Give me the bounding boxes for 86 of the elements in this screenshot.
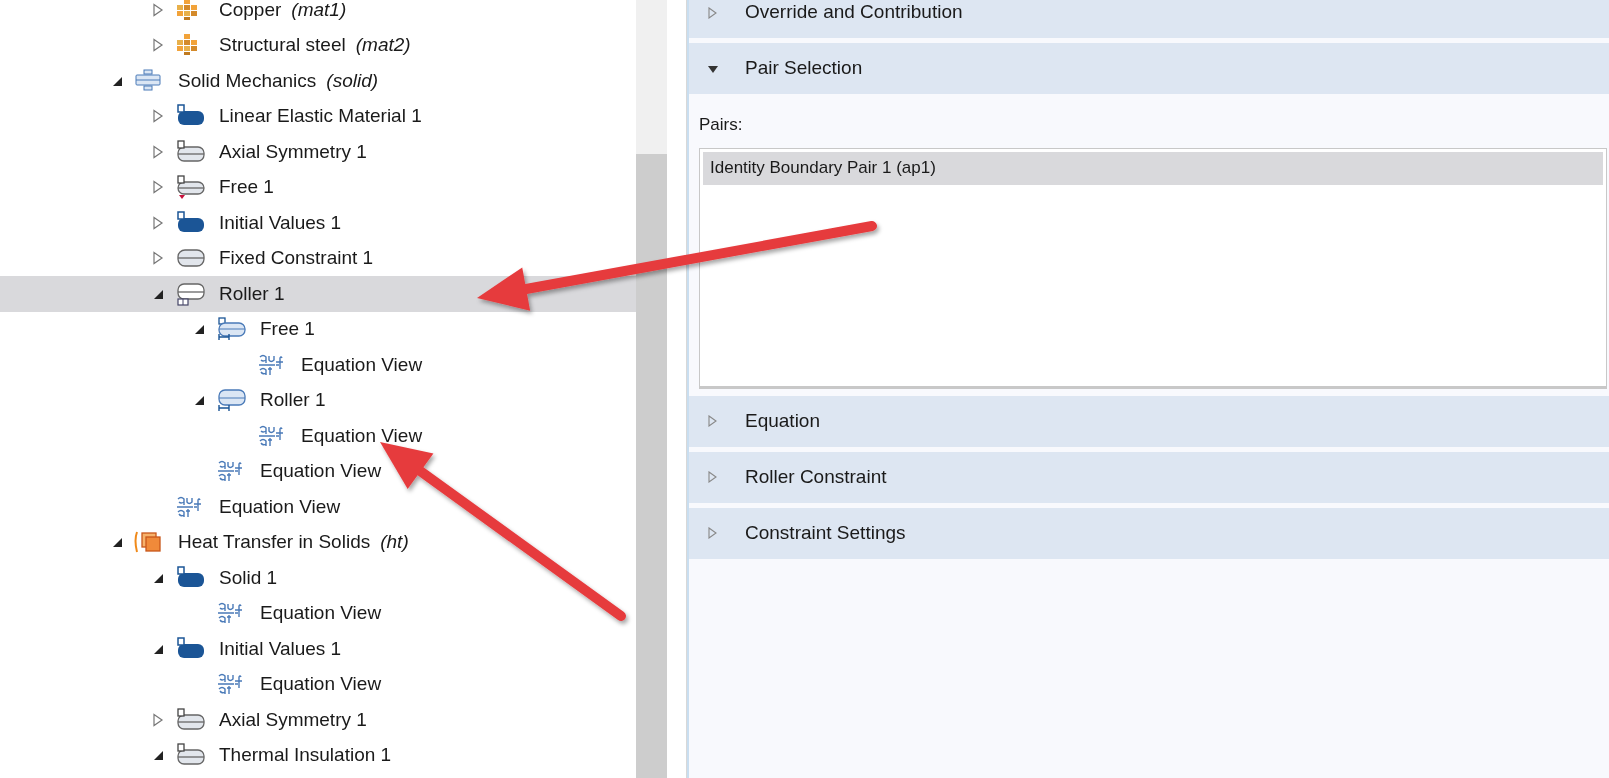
boundary-icon	[175, 707, 205, 732]
expand-triangle-icon[interactable]	[152, 144, 164, 159]
item-label: Linear Elastic Material 1	[219, 104, 422, 128]
item-label: Thermal Insulation 1	[219, 743, 392, 767]
section-header[interactable]: Pair Selection	[689, 43, 1609, 94]
pair-boundary-icon	[216, 388, 246, 413]
pairs-list[interactable]: Identity Boundary Pair 1 (ap1)	[699, 147, 1607, 389]
expand-triangle-icon[interactable]	[152, 180, 164, 195]
section-title: Pair Selection	[745, 56, 863, 81]
tree-item[interactable]: Axial Symmetry 1	[0, 134, 636, 170]
item-label: Roller 1	[219, 281, 285, 306]
tree-item[interactable]: Solid Mechanics (solid)	[0, 63, 636, 99]
tree-item[interactable]: Initial Values 1	[0, 631, 636, 667]
section-title: Roller Constraint	[745, 464, 887, 489]
boundary-icon	[175, 139, 205, 164]
item-tag: (mat1)	[291, 0, 347, 24]
tree-item[interactable]: Equation View	[0, 666, 636, 702]
expand-triangle-icon[interactable]	[707, 6, 719, 19]
item-label: Equation View	[219, 494, 341, 519]
tree-item[interactable]: Roller 1	[0, 382, 636, 418]
tree-item[interactable]: Structural steel (mat2)	[0, 27, 636, 63]
expand-triangle-icon[interactable]	[152, 251, 164, 266]
expand-triangle-icon[interactable]	[152, 215, 164, 230]
tree-item[interactable]: Copper (mat1)	[0, 0, 636, 28]
section-header[interactable]: Override and Contribution	[689, 0, 1609, 38]
expand-triangle-icon[interactable]	[152, 109, 164, 124]
section-title: Override and Contribution	[745, 0, 963, 25]
item-label: Heat Transfer in Solids	[178, 530, 371, 554]
domain-icon	[175, 565, 205, 590]
item-label: Fixed Constraint 1	[219, 246, 374, 270]
item-tag: (ht)	[380, 528, 409, 557]
item-label: Roller 1	[260, 388, 326, 412]
item-label: Solid 1	[219, 565, 278, 590]
tree-item[interactable]: Equation View	[0, 489, 636, 525]
field-label: Pairs:	[699, 114, 744, 136]
domain-icon	[175, 636, 205, 661]
tree-item[interactable]: Equation View	[0, 595, 636, 631]
tree-item[interactable]: Equation View	[0, 418, 636, 454]
item-label: Free 1	[260, 317, 315, 341]
item-tag: (mat2)	[355, 31, 411, 60]
tree-item[interactable]: Solid 1	[0, 560, 636, 596]
item-tag: (solid)	[326, 66, 379, 95]
item-label: Free 1	[219, 175, 274, 199]
item-label: Axial Symmetry 1	[219, 139, 367, 164]
tree-item[interactable]: Heat Transfer in Solids (ht)	[0, 524, 636, 560]
section-title: Equation	[745, 408, 820, 433]
item-label: Equation View	[260, 459, 382, 483]
expand-triangle-icon[interactable]	[707, 527, 719, 539]
item-label: Equation View	[301, 423, 423, 448]
boundary-icon	[175, 743, 205, 768]
item-label: Initial Values 1	[219, 636, 342, 661]
list-item[interactable]: Identity Boundary Pair 1 (ap1)	[703, 151, 1603, 185]
tree-item[interactable]: Initial Values 1	[0, 205, 636, 241]
item-label: Structural steel	[219, 33, 346, 57]
tree-item[interactable]: Axial Symmetry 1	[0, 702, 636, 738]
domain-icon	[175, 210, 205, 235]
item-label: Copper	[219, 0, 282, 22]
expand-triangle-icon[interactable]	[152, 38, 164, 53]
expand-triangle-icon[interactable]	[152, 2, 164, 17]
heat-cube-icon	[134, 530, 164, 555]
roller-boundary-icon	[175, 281, 205, 306]
item-label: Axial Symmetry 1	[219, 707, 367, 732]
item-label: Solid Mechanics	[178, 68, 317, 93]
scrollbar-thumb[interactable]	[636, 154, 667, 778]
expand-triangle-icon[interactable]	[152, 712, 164, 727]
section-header[interactable]: Roller Constraint	[689, 451, 1609, 503]
item-label: Equation View	[260, 672, 382, 696]
section-header[interactable]: Equation	[689, 395, 1609, 447]
tree-item[interactable]: Thermal Insulation 1	[0, 737, 636, 773]
section-header[interactable]: Constraint Settings	[689, 507, 1609, 559]
item-label: Equation View	[301, 352, 423, 377]
boundary-icon	[175, 175, 205, 200]
pair-boundary-icon	[216, 317, 246, 342]
item-label: Initial Values 1	[219, 210, 342, 235]
tree-item[interactable]: Equation View	[0, 453, 636, 489]
tree-item[interactable]: Free 1	[0, 311, 636, 347]
tree-item[interactable]: Roller 1	[0, 276, 636, 312]
tree-item[interactable]: Linear Elastic Material 1	[0, 98, 636, 134]
structure-icon	[134, 68, 164, 93]
expand-triangle-icon[interactable]	[707, 415, 719, 427]
item-label: Equation View	[260, 601, 382, 625]
tree-item[interactable]: Free 1	[0, 169, 636, 205]
tree-item[interactable]: Equation View	[0, 347, 636, 383]
expand-triangle-icon[interactable]	[707, 471, 719, 483]
tree-item[interactable]: Fixed Constraint 1	[0, 240, 636, 276]
section-title: Constraint Settings	[745, 520, 906, 545]
